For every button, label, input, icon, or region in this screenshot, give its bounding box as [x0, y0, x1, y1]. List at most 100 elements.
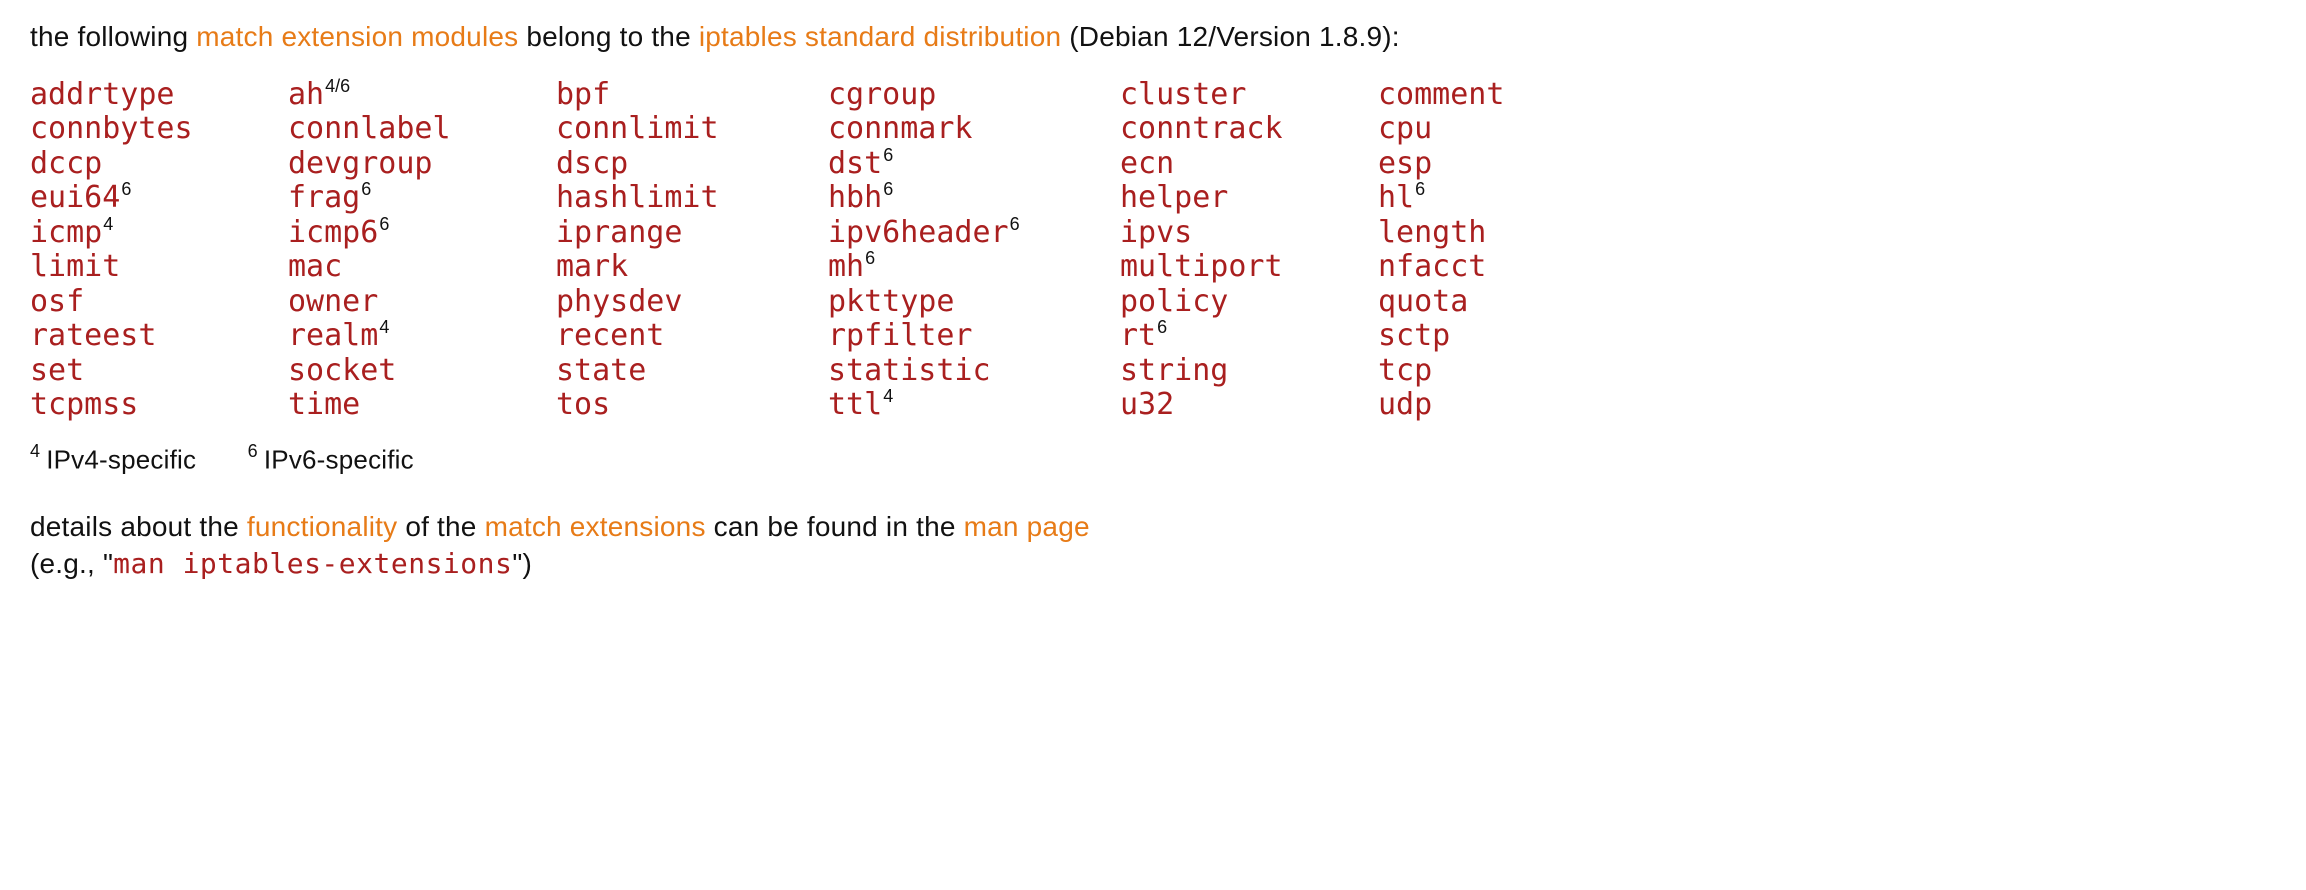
module-statistic[interactable]: statistic: [828, 354, 1120, 389]
module-ipvs[interactable]: ipvs: [1120, 216, 1378, 251]
module-connbytes[interactable]: connbytes: [30, 112, 288, 147]
module-tcpmss[interactable]: tcpmss: [30, 388, 288, 423]
module-recent[interactable]: recent: [556, 319, 828, 354]
module-policy[interactable]: policy: [1120, 285, 1378, 320]
footer-mid1: of the: [397, 511, 484, 542]
module-name: hbh: [828, 181, 882, 216]
module-connlimit[interactable]: connlimit: [556, 112, 828, 147]
module-connlabel[interactable]: connlabel: [288, 112, 556, 147]
module-rateest[interactable]: rateest: [30, 319, 288, 354]
module-ttl[interactable]: ttl4: [828, 388, 1120, 423]
module-mac[interactable]: mac: [288, 250, 556, 285]
module-name: connlabel: [288, 112, 451, 147]
module-icmp6[interactable]: icmp66: [288, 216, 556, 251]
module-cluster[interactable]: cluster: [1120, 78, 1378, 113]
module-name: multiport: [1120, 250, 1283, 285]
module-esp[interactable]: esp: [1378, 147, 2276, 182]
module-osf[interactable]: osf: [30, 285, 288, 320]
module-time[interactable]: time: [288, 388, 556, 423]
module-rt[interactable]: rt6: [1120, 319, 1378, 354]
module-name: quota: [1378, 285, 1468, 320]
module-realm[interactable]: realm4: [288, 319, 556, 354]
module-name: tcpmss: [30, 388, 138, 423]
intro-mid: belong to the: [518, 21, 698, 52]
module-tcp[interactable]: tcp: [1378, 354, 2276, 389]
module-tos[interactable]: tos: [556, 388, 828, 423]
module-u32[interactable]: u32: [1120, 388, 1378, 423]
module-iprange[interactable]: iprange: [556, 216, 828, 251]
module-name: mark: [556, 250, 628, 285]
man-command: man iptables-extensions: [113, 547, 512, 580]
module-name: ttl: [828, 388, 882, 423]
footer-line2-prefix: (e.g., ": [30, 548, 113, 579]
module-set[interactable]: set: [30, 354, 288, 389]
module-sup: 6: [121, 179, 131, 200]
module-ipv6header[interactable]: ipv6header6: [828, 216, 1120, 251]
footer-line-2: (e.g., "man iptables-extensions"): [30, 545, 2276, 583]
link-functionality[interactable]: functionality: [247, 511, 397, 542]
module-dst[interactable]: dst6: [828, 147, 1120, 182]
module-string[interactable]: string: [1120, 354, 1378, 389]
module-name: sctp: [1378, 319, 1450, 354]
module-multiport[interactable]: multiport: [1120, 250, 1378, 285]
module-state[interactable]: state: [556, 354, 828, 389]
module-ecn[interactable]: ecn: [1120, 147, 1378, 182]
module-sup: 6: [1010, 214, 1020, 235]
intro-suffix: (Debian 12/Version 1.8.9):: [1061, 21, 1400, 52]
module-hl[interactable]: hl6: [1378, 181, 2276, 216]
module-name: rpfilter: [828, 319, 973, 354]
module-addrtype[interactable]: addrtype: [30, 78, 288, 113]
module-limit[interactable]: limit: [30, 250, 288, 285]
module-name: physdev: [556, 285, 682, 320]
module-mh[interactable]: mh6: [828, 250, 1120, 285]
module-socket[interactable]: socket: [288, 354, 556, 389]
module-frag[interactable]: frag6: [288, 181, 556, 216]
module-sup: 6: [883, 179, 893, 200]
module-connmark[interactable]: connmark: [828, 112, 1120, 147]
module-dccp[interactable]: dccp: [30, 147, 288, 182]
module-sup: 4: [103, 214, 113, 235]
module-bpf[interactable]: bpf: [556, 78, 828, 113]
module-icmp[interactable]: icmp4: [30, 216, 288, 251]
footer-mid2: can be found in the: [706, 511, 964, 542]
link-match-extension-modules[interactable]: match extension modules: [196, 21, 518, 52]
module-conntrack[interactable]: conntrack: [1120, 112, 1378, 147]
module-name: rt: [1120, 319, 1156, 354]
module-pkttype[interactable]: pkttype: [828, 285, 1120, 320]
module-sup: 6: [1415, 179, 1425, 200]
module-physdev[interactable]: physdev: [556, 285, 828, 320]
module-name: cpu: [1378, 112, 1432, 147]
module-hashlimit[interactable]: hashlimit: [556, 181, 828, 216]
module-length[interactable]: length: [1378, 216, 2276, 251]
module-sctp[interactable]: sctp: [1378, 319, 2276, 354]
module-hbh[interactable]: hbh6: [828, 181, 1120, 216]
intro-line: the following match extension modules be…: [30, 18, 2276, 56]
module-cgroup[interactable]: cgroup: [828, 78, 1120, 113]
module-devgroup[interactable]: devgroup: [288, 147, 556, 182]
module-name: helper: [1120, 181, 1228, 216]
module-name: hl: [1378, 181, 1414, 216]
module-name: mh: [828, 250, 864, 285]
module-name: ipv6header: [828, 216, 1009, 251]
module-name: osf: [30, 285, 84, 320]
module-name: connlimit: [556, 112, 719, 147]
legend-ipv6: 6IPv6-specific: [248, 441, 414, 478]
link-iptables-standard-distribution[interactable]: iptables standard distribution: [699, 21, 1061, 52]
module-udp[interactable]: udp: [1378, 388, 2276, 423]
module-owner[interactable]: owner: [288, 285, 556, 320]
link-match-extensions[interactable]: match extensions: [485, 511, 706, 542]
module-quota[interactable]: quota: [1378, 285, 2276, 320]
module-rpfilter[interactable]: rpfilter: [828, 319, 1120, 354]
module-nfacct[interactable]: nfacct: [1378, 250, 2276, 285]
module-sup: 4/6: [325, 76, 350, 97]
module-name: dccp: [30, 147, 102, 182]
module-comment[interactable]: comment: [1378, 78, 2276, 113]
link-man-page[interactable]: man page: [964, 511, 1090, 542]
module-helper[interactable]: helper: [1120, 181, 1378, 216]
module-dscp[interactable]: dscp: [556, 147, 828, 182]
module-mark[interactable]: mark: [556, 250, 828, 285]
module-ah[interactable]: ah4/6: [288, 78, 556, 113]
module-cpu[interactable]: cpu: [1378, 112, 2276, 147]
module-name: bpf: [556, 78, 610, 113]
module-eui64[interactable]: eui646: [30, 181, 288, 216]
